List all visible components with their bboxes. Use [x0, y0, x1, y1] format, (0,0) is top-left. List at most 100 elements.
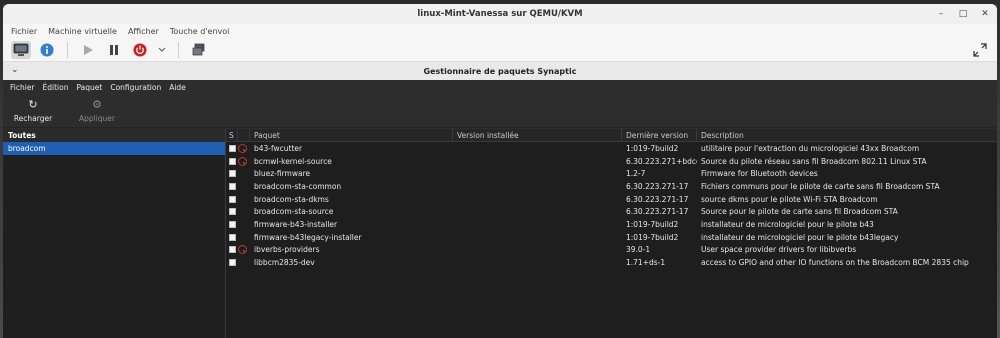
pause-button[interactable]: [104, 41, 124, 59]
package-checkbox[interactable]: [229, 195, 236, 203]
latest-version: 6.30.223.271+bdcom: [626, 156, 697, 166]
play-icon: [84, 44, 93, 55]
status-cell: [226, 208, 238, 216]
qemu-titlebar[interactable]: linux-Mint-Vanessa sur QEMU/KVM – □ ✕: [3, 4, 997, 24]
supported-icon: ◡: [238, 245, 247, 255]
info-icon: [40, 43, 54, 56]
details-view-button[interactable]: [37, 41, 57, 59]
package-description: Fichiers communs pour le pilote de carte…: [701, 181, 940, 191]
package-checkbox[interactable]: [229, 246, 236, 254]
latest-version: 1:019-7build2: [626, 219, 679, 229]
table-row[interactable]: firmware-b43legacy-installer 1:019-7build…: [226, 231, 997, 244]
table-row[interactable]: broadcom-sta-source 6.30.223.271-17 Source…: [226, 205, 997, 218]
package-name: broadcom-sta-common: [254, 181, 342, 191]
package-name: bluez-firmware: [254, 169, 311, 179]
refresh-icon: ↻: [28, 98, 38, 111]
table-row[interactable]: bluez-firmware 1.2-7 Firmware for Bluetoot…: [226, 167, 997, 180]
window-title: linux-Mint-Vanessa sur QEMU/KVM: [417, 9, 583, 19]
toolbar-separator: [67, 41, 68, 58]
package-name: libbcm2835-dev: [254, 258, 315, 268]
col-latest-version[interactable]: Dernière version: [622, 129, 697, 141]
package-checkbox[interactable]: [229, 157, 236, 165]
latest-version: 1.71+ds-1: [626, 258, 666, 268]
fullscreen-icon[interactable]: [973, 43, 987, 57]
col-status[interactable]: S: [226, 129, 238, 141]
synaptic-menubar: Fichier Édition Paquet Configuration Aid…: [3, 80, 997, 94]
table-row[interactable]: firmware-b43-installer 1:019-7build2 insta…: [226, 218, 997, 231]
table-row[interactable]: ◡ bcmwl-kernel-source 6.30.223.271+bdcom So…: [226, 155, 997, 168]
col-package[interactable]: Paquet: [250, 129, 453, 141]
package-checkbox[interactable]: [229, 208, 236, 216]
package-checkbox[interactable]: [229, 259, 236, 267]
window-controls: – □ ✕: [935, 8, 991, 20]
package-checkbox[interactable]: [229, 233, 236, 241]
latest-version: 6.30.223.271-17: [626, 181, 689, 191]
package-checkbox[interactable]: [229, 144, 236, 152]
menu-machine-virtuelle[interactable]: Machine virtuelle: [48, 27, 117, 36]
run-button[interactable]: [78, 41, 98, 59]
package-name: broadcom-sta-source: [254, 207, 334, 217]
col-description[interactable]: Description: [697, 129, 997, 141]
shutdown-button[interactable]: [130, 41, 150, 59]
col-support[interactable]: [238, 129, 250, 141]
package-name: bcmwl-kernel-source: [254, 156, 332, 166]
package-description: installateur de micrologiciel pour le pi…: [701, 219, 874, 229]
status-cell: [226, 220, 238, 228]
filter-panel: Toutes broadcom: [3, 129, 226, 338]
table-row[interactable]: ◡ ibverbs-providers 39.0-1 User space provi…: [226, 244, 997, 257]
minimize-icon[interactable]: –: [935, 8, 947, 20]
menu-afficher[interactable]: Afficher: [128, 27, 159, 36]
chevron-down-icon: [158, 47, 166, 52]
status-cell: [226, 259, 238, 267]
package-name: broadcom-sta-dkms: [254, 194, 329, 204]
syn-menu-edition[interactable]: Édition: [43, 83, 69, 92]
status-cell: [226, 157, 238, 165]
package-name: ibverbs-providers: [254, 245, 320, 255]
qemu-menubar: Fichier Machine virtuelle Afficher Touch…: [3, 24, 997, 38]
package-description: installateur de micrologiciel pour le pi…: [701, 232, 899, 242]
status-cell: [226, 246, 238, 254]
status-cell: [226, 170, 238, 178]
snapshots-button[interactable]: [189, 41, 209, 59]
package-checkbox[interactable]: [229, 220, 236, 228]
console-view-button[interactable]: [11, 40, 31, 59]
table-row[interactable]: ◡ b43-fwcutter 1:019-7build2 utilitaire pou…: [226, 142, 997, 155]
support-cell: ◡: [238, 156, 250, 166]
table-row[interactable]: broadcom-sta-dkms 6.30.223.271-17 source d…: [226, 193, 997, 206]
collapse-chevron-icon[interactable]: ⌄: [11, 65, 19, 75]
synaptic-titlebar[interactable]: ⌄ Gestionnaire de paquets Synaptic: [3, 62, 997, 80]
table-row[interactable]: broadcom-sta-common 6.30.223.271-17 Fichie…: [226, 180, 997, 193]
maximize-icon[interactable]: □: [957, 8, 969, 20]
supported-icon: ◡: [238, 143, 247, 153]
syn-menu-paquet[interactable]: Paquet: [76, 83, 102, 92]
reload-button[interactable]: ↻ Recharger: [9, 98, 57, 123]
close-icon[interactable]: ✕: [979, 8, 991, 20]
package-description: access to GPIO and other IO functions on…: [701, 258, 969, 268]
qemu-window: linux-Mint-Vanessa sur QEMU/KVM – □ ✕ Fi…: [3, 4, 997, 338]
package-checkbox[interactable]: [229, 182, 236, 190]
shutdown-menu-button[interactable]: [156, 41, 168, 59]
power-icon: [133, 43, 147, 56]
menu-touche-envoi[interactable]: Touche d'envoi: [170, 27, 230, 36]
latest-version: 6.30.223.271-17: [626, 194, 689, 204]
col-installed-version[interactable]: Version installée: [453, 129, 622, 141]
package-description: Source pour le pilote de carte sans fil …: [701, 207, 898, 217]
package-description: Source du pilote réseau sans fil Broadco…: [701, 156, 927, 166]
syn-menu-aide[interactable]: Aide: [169, 83, 186, 92]
qemu-toolbar: [3, 38, 997, 62]
apply-icon: ⚙: [92, 98, 102, 111]
menu-fichier[interactable]: Fichier: [11, 27, 37, 36]
package-name: firmware-b43-installer: [254, 219, 338, 229]
latest-version: 1:019-7build2: [626, 143, 679, 153]
syn-menu-configuration[interactable]: Configuration: [110, 83, 161, 92]
apply-button[interactable]: ⚙ Appliquer: [73, 98, 121, 123]
filter-header[interactable]: Toutes: [3, 129, 225, 142]
guest-display[interactable]: ⌄ Gestionnaire de paquets Synaptic Fichi…: [3, 62, 997, 338]
table-row[interactable]: libbcm2835-dev 1.71+ds-1 access to GPIO an…: [226, 256, 997, 269]
package-name: firmware-b43legacy-installer: [254, 232, 362, 242]
syn-menu-fichier[interactable]: Fichier: [10, 83, 35, 92]
package-name: b43-fwcutter: [254, 143, 303, 153]
synaptic-title: Gestionnaire de paquets Synaptic: [423, 66, 577, 76]
package-checkbox[interactable]: [229, 170, 236, 178]
filter-item-broadcom[interactable]: broadcom: [3, 142, 225, 155]
